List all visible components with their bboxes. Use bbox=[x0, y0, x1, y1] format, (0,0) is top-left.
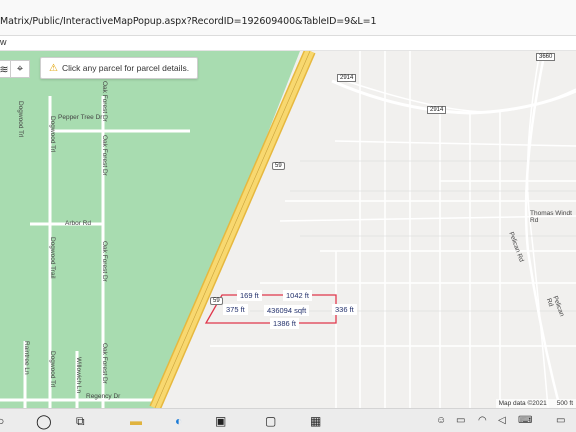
interactive-map[interactable]: Pepper Tree Dr Dogwood Trl Oak Forest Dr… bbox=[0, 51, 576, 408]
street-label-oak-forest-top: Oak Forest Dr bbox=[101, 81, 108, 122]
road-shield-2914-a: 2914 bbox=[337, 74, 357, 82]
volume-icon[interactable]: ◁ bbox=[498, 415, 506, 426]
map-attribution: Map data ©2021 500 ft bbox=[495, 399, 576, 408]
street-label-dogwood-low: Dogwood Trl bbox=[49, 351, 56, 388]
parcel-area: 436094 sqft bbox=[264, 305, 310, 316]
store-icon[interactable]: ▣ bbox=[215, 414, 226, 428]
file-explorer-icon[interactable]: ▬ bbox=[130, 414, 142, 428]
notification-icon[interactable]: ▭ bbox=[556, 415, 565, 426]
green-area bbox=[0, 51, 300, 408]
windows-taskbar: ○ ◯ ⧉ ▬ ◐ ▣ ▢ ▦ ☺ ▭ ◠ ◁ ⌨ ▭ bbox=[0, 408, 576, 432]
url-text[interactable]: Matrix/Public/InteractiveMapPopup.aspx?R… bbox=[0, 16, 377, 27]
street-label-dogwood-trl-2: Dogwood Trl bbox=[49, 116, 56, 153]
parcel-dim-top-left: 169 ft bbox=[237, 290, 262, 301]
map-canvas[interactable] bbox=[0, 51, 576, 408]
toolbar-fragment-text: w bbox=[0, 37, 7, 47]
road-shield-3660: 3660 bbox=[536, 53, 556, 61]
street-label-pepper-tree: Pepper Tree Dr bbox=[58, 114, 103, 121]
locate-icon: ⌖ bbox=[16, 62, 24, 75]
highway-shield-59-top: 59 bbox=[272, 162, 285, 170]
parcel-dim-left: 375 ft bbox=[223, 304, 248, 315]
wifi-icon[interactable]: ◠ bbox=[478, 415, 487, 426]
parcel-dim-bottom: 1386 ft bbox=[270, 318, 299, 329]
street-label-arbor: Arbor Rd bbox=[65, 220, 92, 227]
road-shield-2914-b: 2914 bbox=[427, 106, 447, 114]
browser-address-bar[interactable]: Matrix/Public/InteractiveMapPopup.aspx?R… bbox=[0, 0, 576, 36]
app-icon-1[interactable]: ▢ bbox=[265, 414, 276, 428]
street-label-oak-forest-low2: Oak Forest Dr bbox=[101, 343, 108, 384]
keyboard-icon[interactable]: ⌨ bbox=[518, 415, 532, 426]
parcel-dim-top-right: 1042 ft bbox=[283, 290, 312, 301]
edge-browser-icon[interactable]: ◐ bbox=[175, 414, 182, 428]
hint-text: Click any parcel for parcel details. bbox=[61, 63, 190, 73]
street-label-dogwood-mid: Dogwood Trail bbox=[49, 237, 56, 279]
street-label-regency: Regency Dr bbox=[86, 393, 121, 400]
browser-toolbar: w bbox=[0, 36, 576, 51]
windows-start-icon[interactable]: ○ bbox=[0, 414, 4, 428]
parcel-hint-tooltip: ⚠ Click any parcel for parcel details. bbox=[40, 57, 199, 79]
street-label-oak-forest-low: Oak Forest Dr bbox=[101, 241, 108, 282]
battery-icon[interactable]: ▭ bbox=[456, 415, 465, 426]
task-view-icon[interactable]: ⧉ bbox=[76, 414, 85, 428]
street-label-willowich: Willowich Ln bbox=[75, 357, 82, 394]
attribution-text: Map data ©2021 bbox=[498, 400, 547, 407]
person-icon[interactable]: ☺ bbox=[436, 415, 446, 426]
scale-text: 500 ft bbox=[556, 400, 573, 407]
locate-button[interactable]: ⌖ bbox=[10, 60, 30, 78]
search-circle-icon[interactable]: ◯ bbox=[36, 414, 52, 428]
highway-shield-59-low: 59 bbox=[210, 297, 223, 305]
layers-icon: ≋ bbox=[0, 63, 9, 76]
street-label-dogwood-top: Dogwood Trl bbox=[17, 101, 24, 138]
app-icon-2[interactable]: ▦ bbox=[310, 414, 321, 428]
parcel-dim-right: 336 ft bbox=[332, 304, 357, 315]
street-label-thomas-windt: Thomas Windt Rd bbox=[530, 210, 572, 224]
street-label-oak-forest-2: Oak Forest Dr bbox=[101, 135, 108, 176]
street-label-raintree: Raintree Ln bbox=[23, 341, 30, 375]
warning-icon: ⚠ bbox=[49, 62, 58, 74]
